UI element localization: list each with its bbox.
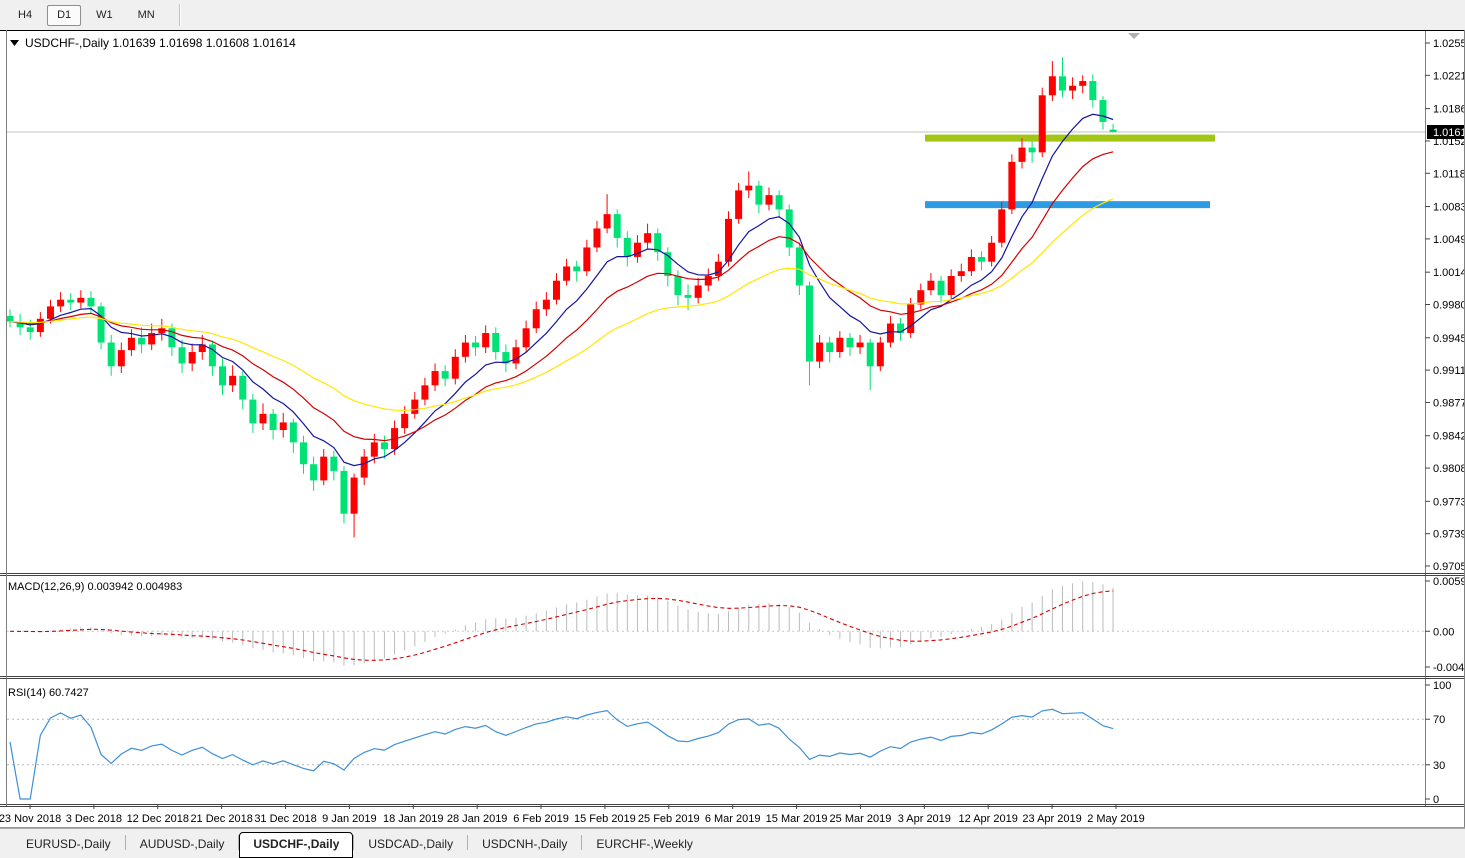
tf-button-w1[interactable]: W1: [86, 5, 123, 26]
svg-text:12 Apr 2019: 12 Apr 2019: [959, 813, 1018, 825]
toolbar-separator: [179, 4, 180, 26]
svg-text:1.01180: 1.01180: [1433, 168, 1465, 180]
svg-text:12 Dec 2018: 12 Dec 2018: [127, 813, 189, 825]
svg-text:9 Jan 2019: 9 Jan 2019: [322, 813, 376, 825]
svg-text:0.98080: 0.98080: [1433, 463, 1465, 475]
tab-usdcnh-daily[interactable]: USDCNH-,Daily: [468, 832, 581, 858]
svg-text:0.99800: 0.99800: [1433, 300, 1465, 312]
svg-text:-0.004243: -0.004243: [1433, 662, 1465, 674]
tab-usdcad-daily[interactable]: USDCAD-,Daily: [354, 832, 467, 858]
tf-button-mn[interactable]: MN: [128, 5, 165, 26]
tab-audusd-daily[interactable]: AUDUSD-,Daily: [126, 832, 239, 858]
svg-text:1.00140: 1.00140: [1433, 267, 1465, 279]
svg-text:21 Dec 2018: 21 Dec 2018: [190, 813, 252, 825]
svg-text:25 Feb 2019: 25 Feb 2019: [638, 813, 700, 825]
tab-usdchf-daily[interactable]: USDCHF-,Daily: [239, 832, 353, 858]
rsi-label: RSI(14) 60.7427: [8, 687, 89, 699]
bid-price-value: 1.01614: [1433, 127, 1465, 139]
chart-window[interactable]: USDCHF-,Daily 1.01639 1.01698 1.01608 1.…: [0, 30, 1465, 828]
svg-text:30: 30: [1433, 760, 1445, 772]
svg-text:15 Feb 2019: 15 Feb 2019: [574, 813, 636, 825]
tf-button-d1[interactable]: D1: [47, 5, 81, 26]
chart-title: USDCHF-,Daily 1.01639 1.01698 1.01608 1.…: [25, 36, 296, 50]
svg-text:1.01860: 1.01860: [1433, 104, 1465, 116]
svg-text:6 Feb 2019: 6 Feb 2019: [513, 813, 569, 825]
svg-text:2 May 2019: 2 May 2019: [1087, 813, 1144, 825]
svg-text:0.97730: 0.97730: [1433, 496, 1465, 508]
chart-background: [0, 30, 1465, 828]
support-line-blue[interactable]: [925, 201, 1210, 208]
timeframe-toolbar: H4D1W1MN: [0, 0, 1465, 30]
svg-text:31 Dec 2018: 31 Dec 2018: [254, 813, 316, 825]
tab-eurchf-weekly[interactable]: EURCHF-,Weekly: [582, 832, 706, 858]
svg-text:1.02550: 1.02550: [1433, 38, 1465, 50]
svg-text:100: 100: [1433, 680, 1451, 692]
macd-label: MACD(12,26,9) 0.003942 0.004983: [8, 581, 182, 593]
svg-text:23 Apr 2019: 23 Apr 2019: [1022, 813, 1081, 825]
svg-text:0.00: 0.00: [1433, 626, 1454, 638]
svg-text:1.00830: 1.00830: [1433, 202, 1465, 214]
svg-text:6 Mar 2019: 6 Mar 2019: [705, 813, 761, 825]
svg-text:1.02210: 1.02210: [1433, 70, 1465, 82]
svg-text:25 Mar 2019: 25 Mar 2019: [830, 813, 892, 825]
svg-text:0.00597: 0.00597: [1433, 576, 1465, 588]
svg-text:0.97050: 0.97050: [1433, 561, 1465, 573]
svg-text:0.97390: 0.97390: [1433, 529, 1465, 541]
svg-text:0.98420: 0.98420: [1433, 431, 1465, 443]
tf-button-h4[interactable]: H4: [8, 5, 42, 26]
svg-text:0.99110: 0.99110: [1433, 365, 1465, 377]
svg-text:15 Mar 2019: 15 Mar 2019: [766, 813, 828, 825]
svg-text:0.98770: 0.98770: [1433, 397, 1465, 409]
svg-text:0.99450: 0.99450: [1433, 333, 1465, 345]
tab-eurusd-daily[interactable]: EURUSD-,Daily: [12, 832, 125, 858]
mt4-window: H4D1W1MN USDCHF-,Daily 1.01639 1.01698 1…: [0, 0, 1465, 858]
chart-tabs: EURUSD-,DailyAUDUSD-,DailyUSDCHF-,DailyU…: [0, 828, 1465, 858]
svg-text:1.00490: 1.00490: [1433, 234, 1465, 246]
svg-text:70: 70: [1433, 714, 1445, 726]
svg-text:3 Dec 2018: 3 Dec 2018: [66, 813, 122, 825]
resistance-line-olive[interactable]: [925, 135, 1215, 142]
svg-text:23 Nov 2018: 23 Nov 2018: [0, 813, 61, 825]
svg-text:28 Jan 2019: 28 Jan 2019: [447, 813, 508, 825]
svg-text:3 Apr 2019: 3 Apr 2019: [898, 813, 951, 825]
svg-text:18 Jan 2019: 18 Jan 2019: [383, 813, 444, 825]
